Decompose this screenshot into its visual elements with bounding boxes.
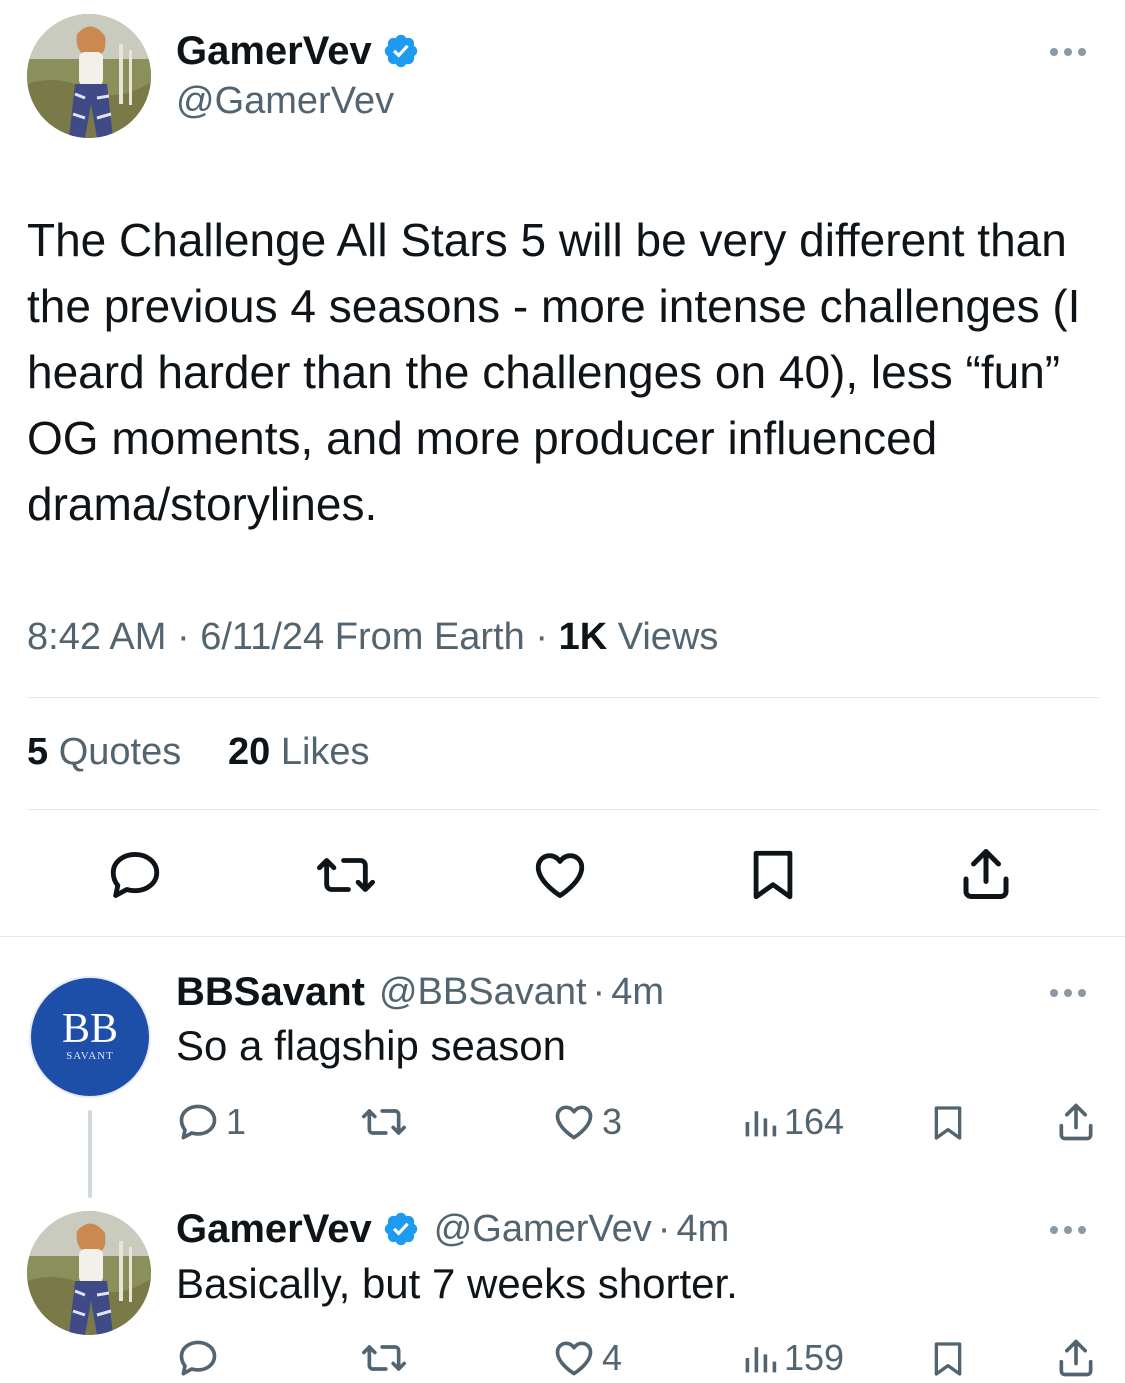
share-button[interactable] [1054, 1100, 1098, 1144]
heart-icon [535, 853, 585, 898]
bookmark-icon [934, 1106, 962, 1140]
share-icon [1059, 1103, 1093, 1141]
reply-handle[interactable]: @GamerVev [434, 1208, 652, 1251]
reply-display-name[interactable]: BBSavant [176, 970, 365, 1015]
like-count: 3 [602, 1101, 623, 1142]
views-label: Views [617, 616, 719, 658]
heart-icon [555, 1341, 593, 1376]
bookmark-button[interactable] [744, 844, 802, 906]
views-count: 1K [558, 616, 608, 658]
thread-line [88, 1110, 92, 1198]
avatar-logo-text: BB [61, 1006, 119, 1052]
bookmark-icon [934, 1342, 962, 1376]
share-icon [963, 849, 1009, 899]
main-display-name-row: GamerVev [176, 26, 420, 76]
view-count: 164 [784, 1101, 845, 1142]
quotes-stat[interactable]: 5 Quotes [27, 731, 181, 774]
view-count: 159 [784, 1337, 845, 1378]
quotes-label: Quotes [58, 731, 182, 773]
display-name[interactable]: GamerVev [176, 29, 372, 74]
like-button[interactable]: 4 [552, 1336, 622, 1380]
section-divider [0, 936, 1125, 937]
divider [27, 809, 1099, 810]
heart-icon [555, 1105, 593, 1140]
avatar-bbsavant[interactable]: BB SAVANT [29, 976, 151, 1098]
reply-handle[interactable]: @BBSavant [379, 971, 587, 1014]
views-button[interactable]: 159 [742, 1336, 844, 1380]
views-button[interactable]: 164 [742, 1100, 844, 1144]
avatar-gamervev[interactable] [27, 14, 151, 138]
reply-header: BBSavant @BBSavant · 4m [176, 969, 664, 1015]
tweet-time[interactable]: 8:42 AM [27, 616, 166, 658]
share-button[interactable] [1054, 1336, 1098, 1380]
retweet-button[interactable] [360, 1336, 414, 1380]
bookmark-button[interactable] [928, 1100, 968, 1146]
views-icon [745, 1347, 777, 1373]
verified-badge-icon [384, 1212, 417, 1246]
bookmark-icon [753, 850, 793, 900]
like-button[interactable] [530, 846, 590, 904]
main-handle[interactable]: @GamerVev [176, 80, 394, 123]
reply-button[interactable] [106, 846, 164, 904]
share-button[interactable] [956, 844, 1016, 904]
reply-count: 1 [226, 1101, 247, 1142]
bookmark-button[interactable] [928, 1336, 968, 1382]
likes-count: 20 [228, 731, 271, 773]
reply-text: Basically, but 7 weeks shorter. [176, 1260, 738, 1307]
tweet-source: From Earth [334, 616, 525, 658]
reply-text: So a flagship season [176, 1022, 566, 1069]
verified-badge-icon [384, 34, 417, 68]
views-icon [745, 1111, 777, 1137]
tweet-date[interactable]: 6/11/24 [200, 616, 324, 658]
reply-icon [179, 1104, 217, 1140]
reply-header: GamerVev @GamerVev · 4m [176, 1206, 730, 1252]
retweet-button[interactable] [314, 846, 378, 904]
like-button[interactable]: 3 [552, 1100, 622, 1144]
reply-time[interactable]: 4m [676, 1208, 729, 1251]
reply-button[interactable]: 1 [176, 1100, 246, 1144]
avatar-image [27, 1211, 151, 1335]
retweet-icon [316, 858, 375, 892]
retweet-button[interactable] [360, 1100, 414, 1144]
reply-icon [110, 852, 160, 898]
reply-display-name[interactable]: GamerVev [176, 1207, 372, 1252]
more-options-icon[interactable] [1050, 1226, 1086, 1234]
tweet-text: The Challenge All Stars 5 will be very d… [27, 214, 1081, 530]
likes-stat[interactable]: 20 Likes [228, 731, 370, 774]
avatar-gamervev[interactable] [27, 1211, 151, 1335]
retweet-icon [362, 1109, 406, 1135]
reply-time[interactable]: 4m [611, 971, 664, 1014]
more-options-icon[interactable] [1050, 989, 1086, 997]
more-options-icon[interactable] [1050, 48, 1086, 56]
quotes-count: 5 [27, 731, 49, 773]
avatar-logo-subtext: SAVANT [66, 1050, 114, 1062]
reply-button[interactable] [176, 1336, 226, 1380]
reply-icon [179, 1340, 217, 1376]
share-icon [1059, 1339, 1093, 1377]
retweet-icon [362, 1345, 406, 1371]
tweet-meta: 8:42 AM · 6/11/24 From Earth · 1K Views [27, 616, 719, 658]
avatar-image [27, 14, 151, 138]
likes-label: Likes [280, 731, 370, 773]
divider [27, 697, 1099, 698]
like-count: 4 [602, 1337, 623, 1378]
